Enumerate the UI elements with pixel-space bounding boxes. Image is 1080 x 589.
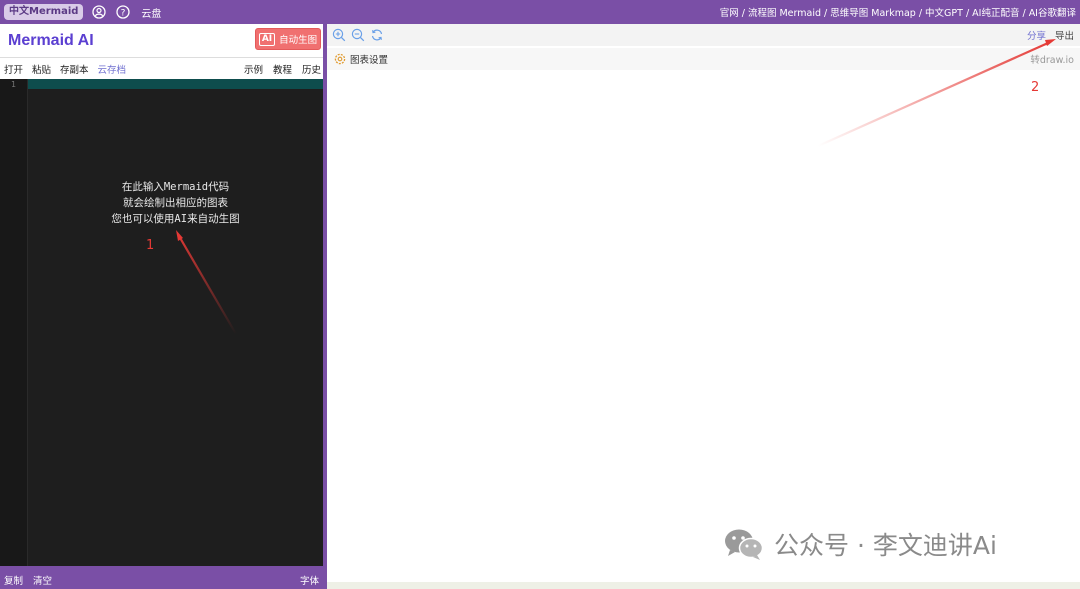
brand-button[interactable]: 中文Mermaid xyxy=(4,4,84,20)
examples-button[interactable]: 示例 xyxy=(244,62,263,76)
cloud-save-button[interactable]: 云存档 xyxy=(98,62,127,76)
open-button[interactable]: 打开 xyxy=(4,62,23,76)
placeholder-line: 您也可以使用AI来自动生图 xyxy=(111,213,240,225)
bottom-strip xyxy=(327,582,1080,589)
zoom-in-icon[interactable] xyxy=(331,27,347,43)
app-title: Mermaid AI xyxy=(8,31,94,49)
ai-generate-button[interactable]: AI 自动生图 xyxy=(255,28,321,50)
line-number: 1 xyxy=(10,80,17,89)
placeholder-line: 就会绘制出相应的图表 xyxy=(123,197,228,209)
history-button[interactable]: 历史 xyxy=(302,62,321,76)
editor-placeholder: 在此输入Mermaid代码 就会绘制出相应的图表 您也可以使用AI来自动生图 xyxy=(28,179,323,227)
copy-button[interactable]: 复制 xyxy=(4,573,23,587)
line-gutter: 1 xyxy=(0,79,28,566)
clear-button[interactable]: 清空 xyxy=(33,573,52,587)
user-icon[interactable] xyxy=(91,4,107,20)
annotation-number-1: 1 xyxy=(146,238,155,253)
preview-toolbar: 分享 导出 xyxy=(327,24,1080,46)
save-copy-button[interactable]: 存副本 xyxy=(60,62,89,76)
cloud-drive-link[interactable]: 云盘 xyxy=(141,5,161,20)
zoom-out-icon[interactable] xyxy=(350,27,366,43)
svg-text:?: ? xyxy=(121,8,126,18)
nav-link-dubbing[interactable]: AI纯正配音 / xyxy=(972,5,1026,19)
chart-settings-row: 图表设置 转draw.io xyxy=(327,48,1080,70)
chart-settings-button[interactable]: 图表设置 xyxy=(350,52,388,66)
code-editor[interactable]: 1 在此输入Mermaid代码 就会绘制出相应的图表 您也可以使用AI来自动生图 xyxy=(0,79,323,566)
editor-title-row: Mermaid AI AI 自动生图 xyxy=(0,24,325,57)
paste-button[interactable]: 粘贴 xyxy=(32,62,51,76)
ai-generate-label: 自动生图 xyxy=(279,35,318,46)
active-line-highlight xyxy=(28,79,323,89)
nav-link-official-site[interactable]: 官网 / xyxy=(720,5,745,19)
watermark-text: 公众号 · 李文迪讲Ai xyxy=(774,531,997,560)
placeholder-line: 在此输入Mermaid代码 xyxy=(121,181,230,193)
nav-link-flowchart[interactable]: 流程图 Mermaid / xyxy=(748,5,827,19)
annotation-number-2: 2 xyxy=(1031,80,1040,95)
font-button[interactable]: 字体 xyxy=(300,573,319,587)
refresh-icon[interactable] xyxy=(369,27,385,43)
tutorial-button[interactable]: 教程 xyxy=(273,62,292,76)
nav-link-translate[interactable]: AI谷歌翻译 xyxy=(1029,5,1076,19)
editor-toolbar: 打开 粘贴 存副本 云存档 示例 教程 历史 xyxy=(0,57,325,79)
diagram-preview-area xyxy=(327,70,1080,582)
gear-icon[interactable] xyxy=(333,52,347,66)
ai-badge-icon: AI xyxy=(258,32,276,46)
share-button[interactable]: 分享 xyxy=(1027,28,1046,42)
editor-bottom-bar: 复制 清空 字体 xyxy=(0,566,323,589)
editor-toolbar-right: 示例 教程 历史 xyxy=(234,62,321,76)
wechat-icon xyxy=(725,529,764,560)
watermark: 公众号 · 李文迪讲Ai xyxy=(722,526,997,562)
convert-drawio-button[interactable]: 转draw.io xyxy=(1030,52,1074,66)
top-nav-links: 官网 / 流程图 Mermaid / 思维导图 Markmap / 中文GPT … xyxy=(717,5,1076,19)
nav-link-mindmap[interactable]: 思维导图 Markmap / xyxy=(830,5,922,19)
top-bar: 中文Mermaid ? 云盘 官网 / 流程图 Mermaid / 思维导图 M… xyxy=(0,0,1080,24)
help-icon[interactable]: ? xyxy=(115,4,131,20)
app-root: 中文Mermaid ? 云盘 官网 / 流程图 Mermaid / 思维导图 M… xyxy=(0,0,1080,589)
nav-link-gpt[interactable]: 中文GPT / xyxy=(925,5,969,19)
export-button[interactable]: 导出 xyxy=(1055,28,1074,42)
